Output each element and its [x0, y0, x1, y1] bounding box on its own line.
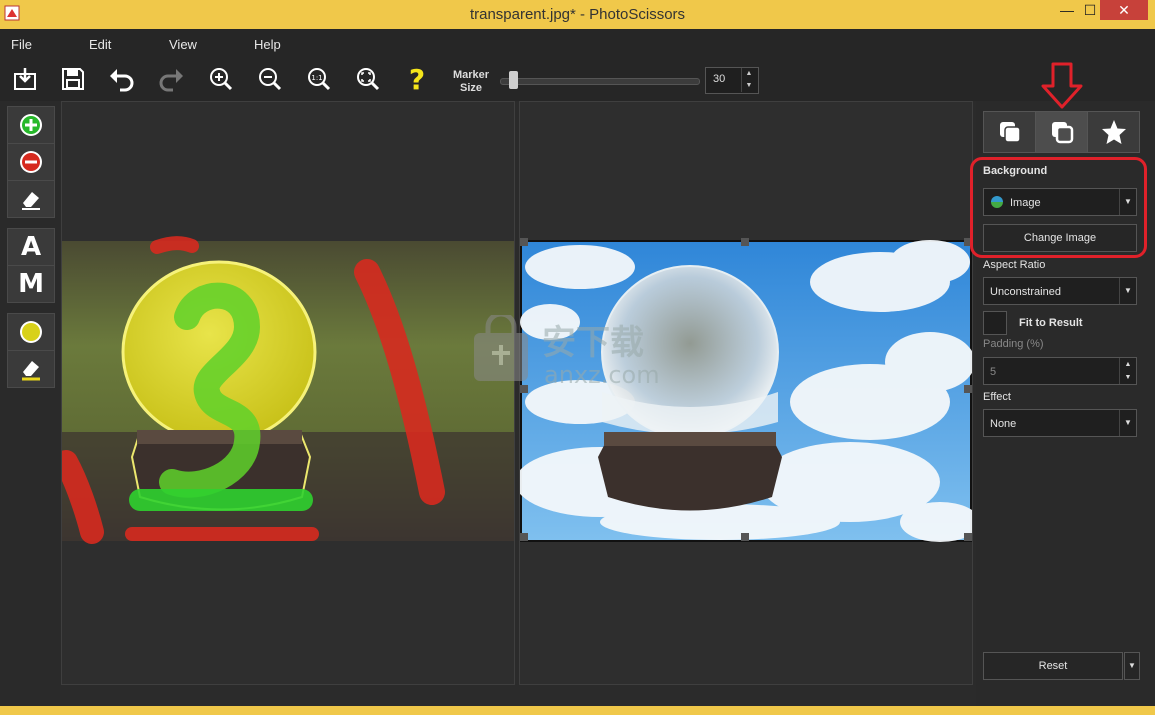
menu-bar: File Edit View Help — [0, 29, 1155, 59]
auto-mode-button[interactable]: A — [7, 228, 55, 266]
marker-size-label: Marker Size — [452, 69, 490, 94]
zoom-in-button[interactable] — [206, 64, 236, 94]
edge-eraser-button[interactable] — [7, 350, 55, 388]
question-mark-icon: ? — [409, 65, 425, 93]
tab-effects[interactable] — [1087, 111, 1140, 153]
aspect-ratio-select[interactable]: Unconstrained ▼ — [983, 277, 1137, 305]
effect-value: None — [990, 418, 1017, 430]
effect-label: Effect — [983, 391, 1011, 403]
chevron-down-icon[interactable]: ▼ — [1119, 410, 1136, 436]
zoom-out-icon — [259, 68, 282, 91]
fit-to-result-checkbox[interactable] — [983, 311, 1007, 335]
plus-circle-icon — [20, 114, 42, 136]
zoom-actual-size-icon: 1:1 — [308, 68, 331, 91]
redo-icon — [159, 69, 183, 92]
background-marker-button[interactable] — [7, 143, 55, 181]
zoom-fit-icon — [357, 68, 380, 91]
toolbar: 1:1 ? Marker Size 30 ▲ ▼ — [0, 59, 1155, 101]
actual-size-button[interactable]: 1:1 — [304, 64, 334, 94]
manual-mode-button[interactable]: M — [7, 265, 55, 303]
minimize-button[interactable]: — — [1052, 0, 1082, 20]
menu-help[interactable]: Help — [254, 37, 281, 52]
watermark-cn: 安下载 — [542, 323, 644, 363]
chevron-down-icon[interactable]: ▼ — [1119, 278, 1136, 304]
watermark-url: anxz.com — [544, 361, 660, 389]
star-icon — [1101, 120, 1126, 144]
foreground-marker-button[interactable] — [7, 106, 55, 144]
zoom-in-icon — [210, 68, 233, 91]
source-canvas[interactable] — [61, 101, 515, 685]
source-image[interactable] — [62, 102, 514, 684]
fit-screen-button[interactable] — [353, 64, 383, 94]
help-button[interactable]: ? — [402, 64, 432, 94]
reset-button[interactable]: Reset — [983, 652, 1123, 680]
eraser-icon — [22, 192, 40, 210]
annotation-highlight-ring — [970, 157, 1147, 258]
zoom-out-button[interactable] — [255, 64, 285, 94]
menu-file[interactable]: File — [11, 37, 32, 52]
yellow-circle-icon — [20, 321, 42, 343]
watermark-bag-icon — [474, 315, 528, 381]
eraser-yellow-icon — [22, 361, 40, 381]
aspect-ratio-value: Unconstrained — [990, 286, 1061, 298]
foreground-layers-icon — [999, 122, 1021, 143]
tool-sidebar: A M — [0, 101, 60, 706]
spin-updown-icon[interactable]: ▲ ▼ — [1119, 358, 1136, 384]
open-icon — [14, 68, 36, 90]
eraser-button[interactable] — [7, 180, 55, 218]
panel-tabs — [983, 111, 1140, 153]
padding-label: Padding (%) — [983, 338, 1044, 350]
status-bar — [0, 706, 1155, 715]
spin-up-icon[interactable]: ▲ — [741, 68, 756, 80]
menu-view[interactable]: View — [169, 37, 197, 52]
background-layers-icon — [1051, 122, 1073, 144]
window-title: transparent.jpg* - PhotoScissors — [469, 6, 686, 23]
svg-text:?: ? — [409, 65, 425, 93]
open-button[interactable] — [10, 64, 40, 94]
marker-size-slider-thumb[interactable] — [509, 71, 519, 89]
annotation-down-arrow-icon — [1041, 62, 1083, 109]
tab-background[interactable] — [1035, 111, 1088, 153]
tab-foreground[interactable] — [983, 111, 1036, 153]
spin-down-icon[interactable]: ▼ — [741, 80, 756, 92]
menu-edit[interactable]: Edit — [89, 37, 111, 52]
marker-size-spinbox[interactable]: 30 ▲ ▼ — [705, 67, 759, 94]
fit-to-result-label[interactable]: Fit to Result — [1019, 317, 1083, 329]
watermark: 安下载 anxz.com — [470, 315, 700, 395]
svg-text:1:1: 1:1 — [311, 74, 322, 82]
aspect-ratio-label: Aspect Ratio — [983, 259, 1046, 271]
minus-circle-icon — [20, 151, 42, 173]
save-icon — [62, 68, 84, 90]
padding-spinbox[interactable]: 5 ▲ ▼ — [983, 357, 1137, 385]
close-button[interactable]: ✕ — [1100, 0, 1148, 20]
undo-button[interactable] — [107, 64, 137, 94]
padding-value[interactable]: 5 — [990, 366, 996, 378]
maximize-button[interactable]: ☐ — [1080, 0, 1100, 20]
save-button[interactable] — [58, 64, 88, 94]
undo-icon — [110, 69, 134, 92]
effect-select[interactable]: None ▼ — [983, 409, 1137, 437]
redo-button[interactable] — [156, 64, 186, 94]
color-picker-button[interactable] — [7, 313, 55, 351]
marker-size-value[interactable]: 30 — [713, 73, 725, 85]
reset-dropdown-button[interactable]: ▼ — [1124, 652, 1140, 680]
marker-size-slider[interactable] — [500, 78, 700, 85]
title-bar: transparent.jpg* - PhotoScissors — ☐ ✕ — [0, 0, 1155, 29]
